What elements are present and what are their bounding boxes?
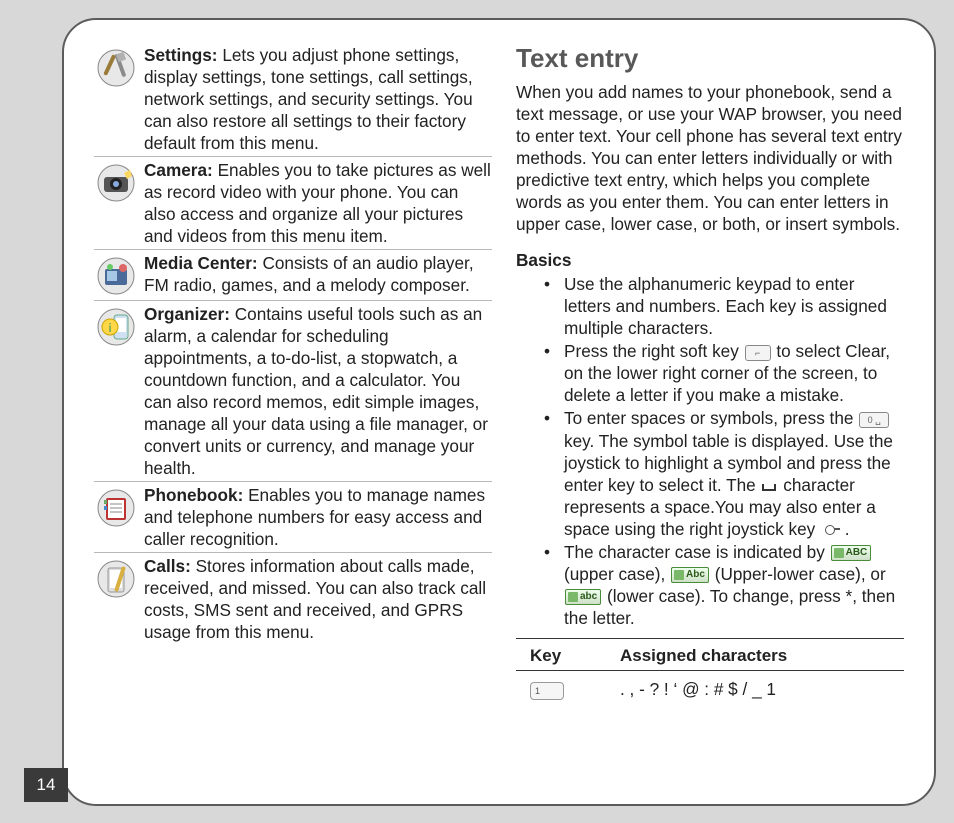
bullet-text: The character case is indicated by bbox=[564, 542, 830, 562]
svg-text:i: i bbox=[108, 321, 111, 335]
feature-media-center: Media Center: Consists of an audio playe… bbox=[94, 249, 492, 300]
organizer-icon: i bbox=[94, 305, 138, 349]
feature-organizer: i Organizer: Contains useful tools such … bbox=[94, 300, 492, 481]
media-center-icon bbox=[94, 254, 138, 298]
bullet-text: To enter spaces or symbols, press the bbox=[564, 408, 858, 428]
uppercase-indicator-icon: ABC bbox=[831, 545, 872, 561]
feature-label: Media Center: bbox=[144, 253, 258, 273]
bullet-text: Use the alphanumeric keypad to enter let… bbox=[564, 274, 887, 338]
feature-text: Media Center: Consists of an audio playe… bbox=[144, 252, 492, 296]
bullet-text: Press the right soft key bbox=[564, 341, 744, 361]
bullet-text: . bbox=[840, 519, 850, 539]
feature-calls: Calls: Stores information about calls ma… bbox=[94, 552, 492, 645]
feature-settings: Settings: Lets you adjust phone settings… bbox=[94, 42, 492, 156]
feature-text: Phonebook: Enables you to manage names a… bbox=[144, 484, 492, 550]
feature-text: Calls: Stores information about calls ma… bbox=[144, 555, 492, 643]
phonebook-icon bbox=[94, 486, 138, 530]
lowercase-indicator-icon: abc bbox=[565, 589, 601, 605]
table-header-row: Key Assigned characters bbox=[516, 643, 904, 671]
feature-text: Settings: Lets you adjust phone settings… bbox=[144, 44, 492, 154]
col-key: Key bbox=[516, 643, 606, 671]
feature-camera: Camera: Enables you to take pictures as … bbox=[94, 156, 492, 249]
feature-label: Settings: bbox=[144, 45, 218, 65]
basics-heading: Basics bbox=[516, 249, 904, 271]
key-table: Key Assigned characters 1 . , - ? ! ‘ @ … bbox=[516, 643, 904, 705]
feature-label: Calls: bbox=[144, 556, 191, 576]
feature-text: Camera: Enables you to take pictures as … bbox=[144, 159, 492, 247]
right-soft-key-icon: ⌐ bbox=[745, 345, 771, 361]
key-1-icon: 1 bbox=[530, 682, 564, 700]
basics-item: Press the right soft key ⌐ to select Cle… bbox=[544, 340, 904, 406]
page-number: 14 bbox=[24, 768, 68, 802]
basics-item: To enter spaces or symbols, press the 0 … bbox=[544, 407, 904, 539]
feature-text: Organizer: Contains useful tools such as… bbox=[144, 303, 492, 479]
left-column: Settings: Lets you adjust phone settings… bbox=[94, 42, 492, 782]
basics-item: The character case is indicated by ABC (… bbox=[544, 541, 904, 629]
intro-text: When you add names to your phonebook, se… bbox=[516, 81, 904, 235]
bullet-text: (Upper-lower case), or bbox=[710, 564, 886, 584]
bullet-text: (upper case), bbox=[564, 564, 670, 584]
basics-item: Use the alphanumeric keypad to enter let… bbox=[544, 273, 904, 339]
chars-cell: . , - ? ! ‘ @ : # $ / _ 1 bbox=[606, 671, 904, 705]
key-cell: 1 bbox=[516, 671, 606, 705]
bullet-text: (lower case). To change, press *, then t… bbox=[564, 586, 895, 628]
manual-page: Settings: Lets you adjust phone settings… bbox=[62, 18, 936, 806]
right-joystick-icon bbox=[822, 522, 838, 538]
space-character-icon bbox=[762, 484, 776, 491]
feature-label: Camera: bbox=[144, 160, 213, 180]
table-row: 1 . , - ? ! ‘ @ : # $ / _ 1 bbox=[516, 671, 904, 705]
col-chars: Assigned characters bbox=[606, 643, 904, 671]
right-column: Text entry When you add names to your ph… bbox=[516, 42, 904, 782]
feature-label: Phonebook: bbox=[144, 485, 243, 505]
basics-list: Use the alphanumeric keypad to enter let… bbox=[516, 273, 904, 638]
feature-phonebook: Phonebook: Enables you to manage names a… bbox=[94, 481, 492, 552]
mixedcase-indicator-icon: Abc bbox=[671, 567, 709, 583]
section-title: Text entry bbox=[516, 42, 904, 75]
feature-label: Organizer: bbox=[144, 304, 230, 324]
camera-icon bbox=[94, 161, 138, 205]
symbol-key-icon: 0 ␣ bbox=[859, 412, 889, 428]
settings-icon bbox=[94, 46, 138, 90]
feature-desc: Contains useful tools such as an alarm, … bbox=[144, 304, 488, 478]
calls-icon bbox=[94, 557, 138, 601]
feature-desc: Stores information about calls made, rec… bbox=[144, 556, 486, 642]
